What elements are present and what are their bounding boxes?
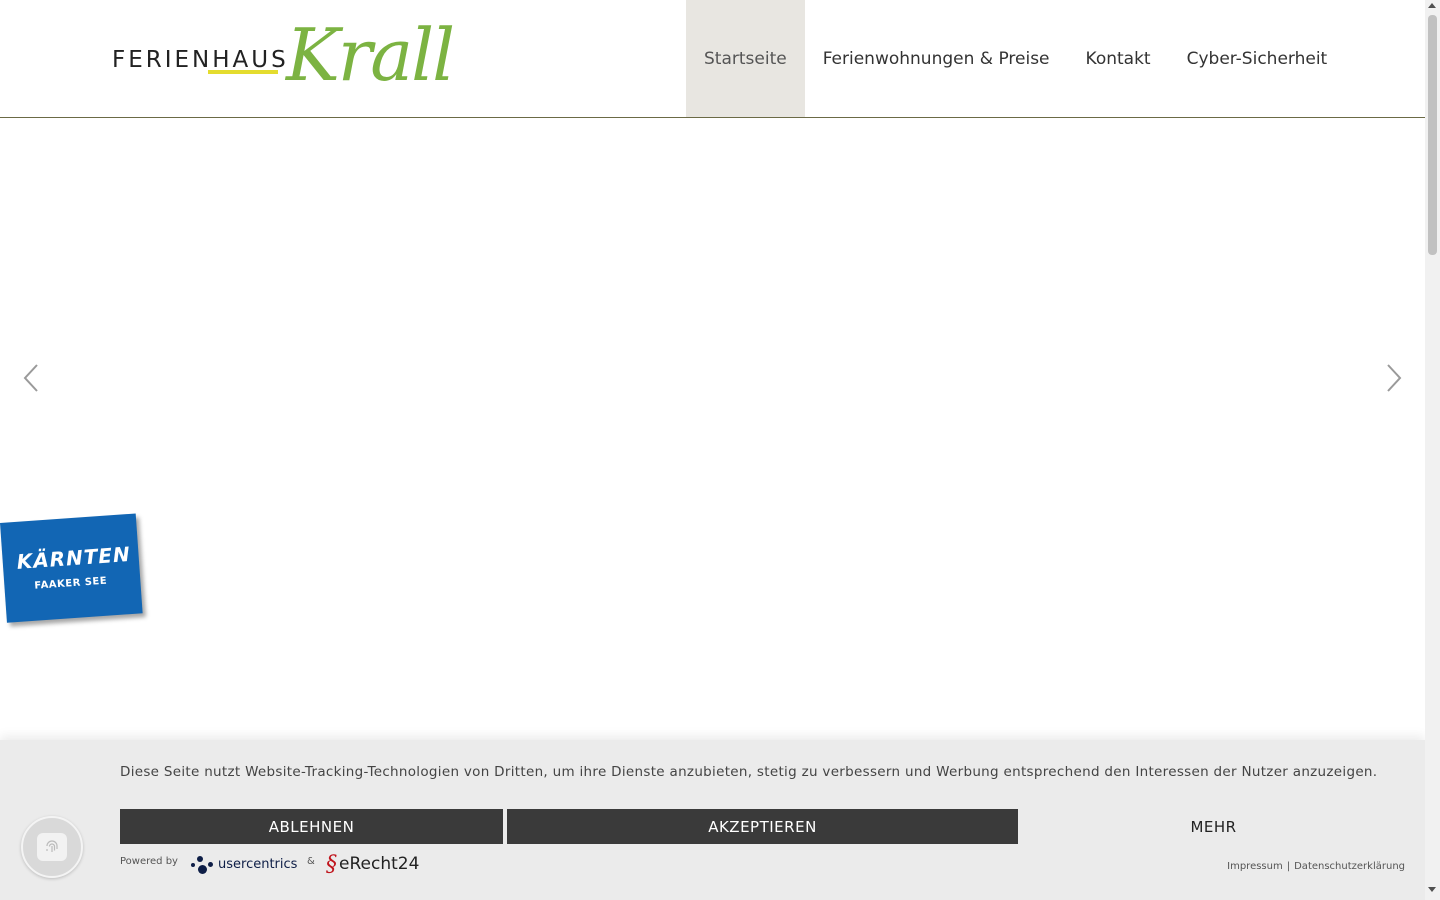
nav-item-startseite[interactable]: Startseite <box>686 0 805 117</box>
hero-slider: KÄRNTEN FAAKER SEE <box>0 119 1425 739</box>
privacy-settings-button[interactable] <box>21 816 83 878</box>
slider-next-button[interactable] <box>1383 361 1405 395</box>
cookie-banner: Diese Seite nutzt Website-Tracking-Techn… <box>0 740 1425 900</box>
powered-by-label: Powered by <box>120 856 178 867</box>
erecht24-logo[interactable]: § eRecht24 <box>326 850 419 878</box>
page: FERIENHAUS Krall Startseite Ferienwohnun… <box>0 0 1425 900</box>
impressum-link[interactable]: Impressum <box>1227 861 1283 872</box>
legal-links: Impressum | Datenschutzerklärung <box>1227 861 1405 872</box>
nav-item-cyber-sicherheit[interactable]: Cyber-Sicherheit <box>1169 0 1346 117</box>
datenschutz-link[interactable]: Datenschutzerklärung <box>1294 861 1405 872</box>
site-logo[interactable]: FERIENHAUS Krall <box>112 13 455 102</box>
scrollbar-thumb[interactable] <box>1428 15 1437 255</box>
slider-prev-button[interactable] <box>20 361 42 395</box>
usercentrics-text: usercentrics <box>218 856 298 872</box>
badge-subtitle: FAAKER SEE <box>34 575 108 592</box>
scroll-up-arrow-icon[interactable] <box>1428 3 1436 8</box>
logo-underline <box>208 70 278 74</box>
nav-item-kontakt[interactable]: Kontakt <box>1068 0 1169 117</box>
erecht24-text: eRecht24 <box>339 854 420 874</box>
usercentrics-dots-icon <box>190 852 214 876</box>
scroll-down-arrow-icon[interactable] <box>1428 887 1436 892</box>
logo-script: Krall <box>286 13 455 97</box>
badge-title: KÄRNTEN <box>15 541 132 574</box>
fingerprint-icon <box>37 833 67 861</box>
nav-item-ferienwohnungen[interactable]: Ferienwohnungen & Preise <box>805 0 1068 117</box>
more-button[interactable]: MEHR <box>1022 809 1405 844</box>
chevron-right-icon <box>1387 364 1402 392</box>
accept-button[interactable]: AKZEPTIEREN <box>507 809 1018 844</box>
legal-separator: | <box>1286 861 1291 872</box>
site-header: FERIENHAUS Krall Startseite Ferienwohnun… <box>0 0 1425 118</box>
erecht24-mark-icon: § <box>326 851 337 877</box>
ampersand: & <box>307 856 315 867</box>
usercentrics-logo[interactable]: usercentrics <box>190 852 297 876</box>
main-nav: Startseite Ferienwohnungen & Preise Kont… <box>686 0 1345 117</box>
kaernten-badge[interactable]: KÄRNTEN FAAKER SEE <box>0 513 143 623</box>
decline-button[interactable]: ABLEHNEN <box>120 809 503 844</box>
cookie-text: Diese Seite nutzt Website-Tracking-Techn… <box>120 764 1378 780</box>
chevron-left-icon <box>23 364 38 392</box>
